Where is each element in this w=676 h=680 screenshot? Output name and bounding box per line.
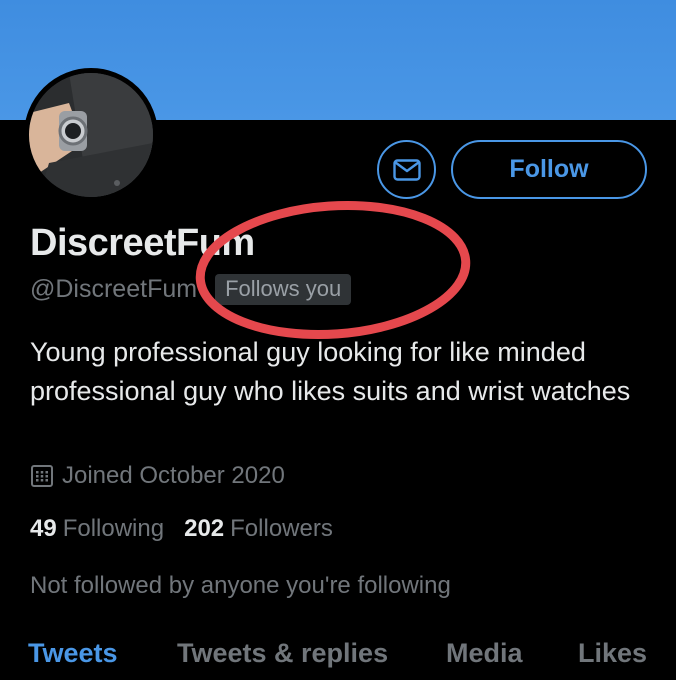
tab-tweets-and-replies[interactable]: Tweets & replies xyxy=(177,638,388,669)
follow-button[interactable]: Follow xyxy=(451,140,647,199)
following-count: 49 xyxy=(30,515,57,542)
bio: Young professional guy looking for like … xyxy=(30,337,631,406)
avatar-image xyxy=(29,73,153,197)
tab-tweets[interactable]: Tweets xyxy=(28,638,118,669)
followers-stat[interactable]: 202 Followers xyxy=(184,515,333,543)
handle: @DiscreetFum xyxy=(30,275,198,303)
following-stat[interactable]: 49 Following xyxy=(30,515,164,543)
envelope-icon xyxy=(392,158,421,181)
tab-likes[interactable]: Likes xyxy=(578,638,647,669)
mutual-followers-note: Not followed by anyone you're following xyxy=(30,572,451,599)
avatar[interactable] xyxy=(24,68,158,202)
joined-row: Joined October 2020 xyxy=(30,462,285,490)
calendar-icon xyxy=(31,465,53,487)
handle-row: @DiscreetFum Follows you xyxy=(30,274,352,305)
message-button[interactable] xyxy=(377,140,436,199)
following-label: Following xyxy=(62,515,165,542)
follows-you-badge: Follows you xyxy=(215,274,352,305)
profile-page: Follow DiscreetFum @DiscreetFum Follows … xyxy=(0,0,676,680)
follow-stats: 49 Following 202 Followers xyxy=(30,515,333,543)
tab-media[interactable]: Media xyxy=(446,638,523,669)
display-name: DiscreetFum xyxy=(30,222,255,264)
followers-count: 202 xyxy=(184,515,225,542)
joined-date: Joined October 2020 xyxy=(62,462,285,489)
profile-tabs: Tweets Tweets & replies Media Likes xyxy=(0,636,676,680)
followers-label: Followers xyxy=(230,515,333,542)
